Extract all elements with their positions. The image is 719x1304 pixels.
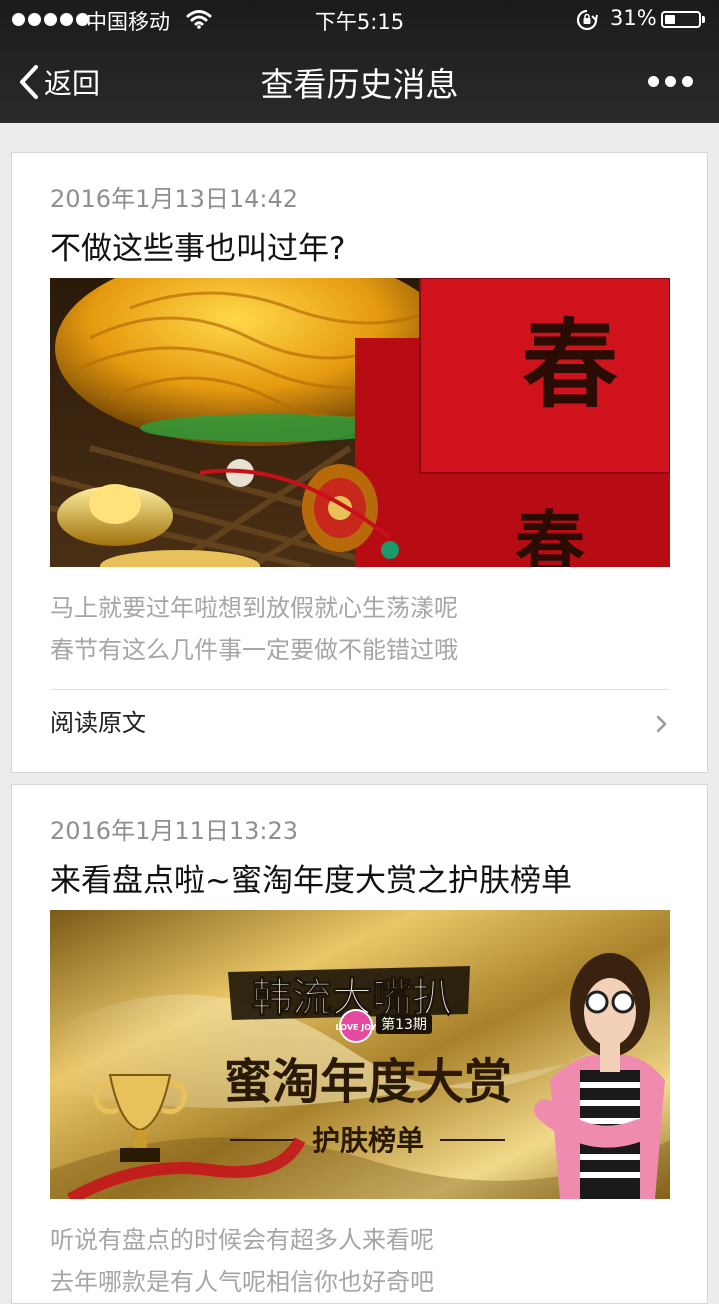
article-card[interactable]: 2016年1月11日13:23 来看盘点啦~蜜淘年度大赏之护肤榜单 韩流大嘴扒 … [11,784,708,1304]
battery-percent: 31% [610,6,657,30]
banner-subtitle: 护肤榜单 [312,1124,424,1157]
banner-issue: 第13期 [381,1016,427,1033]
read-original-label: 阅读原文 [50,709,146,737]
article-date: 2016年1月11日13:23 [50,817,299,845]
article-card[interactable]: 2016年1月13日14:42 不做这些事也叫过年? 春 春 马上就要过年啦想到… [11,152,708,773]
digest-line: 听说有盘点的时候会有超多人来看呢 [50,1226,434,1254]
digest-line: 去年哪款是有人气呢相信你也好奇吧 [50,1268,434,1296]
divider [50,689,670,690]
article-title[interactable]: 来看盘点啦~蜜淘年度大赏之护肤榜单 [50,855,572,900]
more-options-button[interactable] [648,76,693,87]
chevron-right-icon [656,715,667,733]
battery-level [665,15,675,24]
banner-main-title: 蜜淘年度大赏 [224,1054,512,1110]
page-title: 查看历史消息 [260,65,459,104]
article-title[interactable]: 不做这些事也叫过年? [50,223,345,268]
top-bar: 中国移动 下午5:15 31% 返回 查看历史消息 [0,0,719,123]
article-date: 2016年1月13日14:42 [50,185,299,213]
article-cover-image[interactable]: 春 春 [50,278,670,567]
article-digest: 马上就要过年啦想到放假就心生荡漾呢 春节有这么几件事一定要做不能错过哦 [50,587,458,671]
article-digest: 听说有盘点的时候会有超多人来看呢 去年哪款是有人气呢相信你也好奇吧 [50,1219,434,1303]
rotation-lock-icon [576,9,598,31]
digest-line: 春节有这么几件事一定要做不能错过哦 [50,636,458,664]
battery-icon [661,11,705,28]
nav-bar: 返回 查看历史消息 [0,40,719,123]
article-cover-image[interactable]: 韩流大嘴扒 LOVE JOY 第13期 蜜淘年度大赏 护肤榜单 [50,910,670,1199]
envelope-character: 春 [522,308,618,421]
digest-line: 马上就要过年啦想到放假就心生荡漾呢 [50,594,458,622]
banner-badge: LOVE JOY [335,1023,376,1032]
status-bar: 中国移动 下午5:15 31% [0,0,719,40]
read-original-link[interactable]: 阅读原文 [50,705,670,745]
spring-festival-illustration: 春 春 [50,278,670,567]
annual-awards-banner: 韩流大嘴扒 LOVE JOY 第13期 蜜淘年度大赏 护肤榜单 [50,910,670,1199]
envelope-character-2: 春 [515,502,585,567]
